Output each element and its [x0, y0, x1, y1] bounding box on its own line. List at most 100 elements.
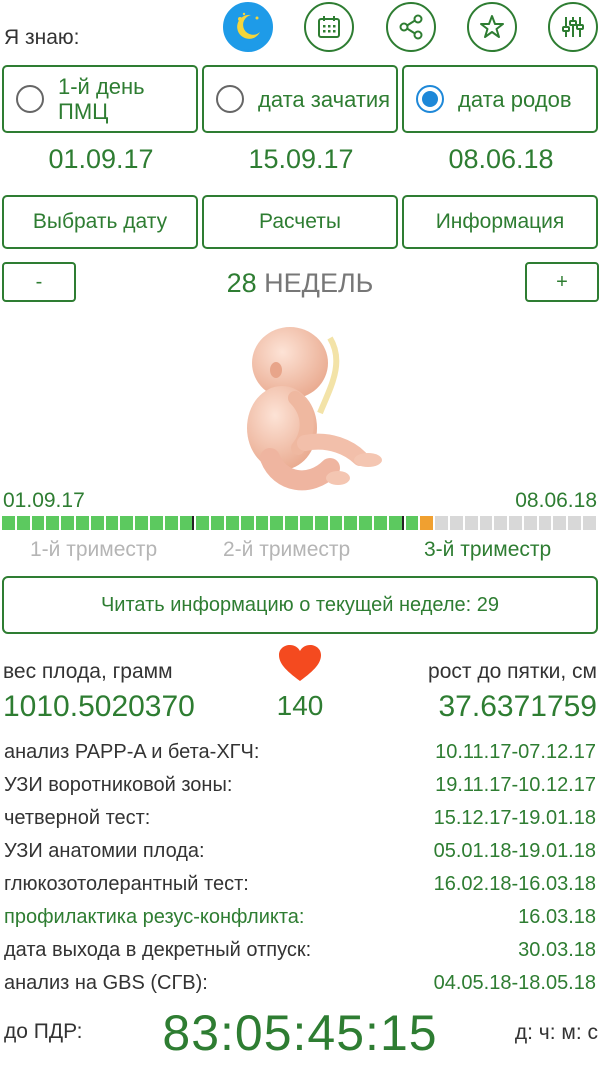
progress-segment: [523, 516, 537, 530]
schedule-item-date: 16.02.18-16.03.18: [433, 873, 596, 895]
option-conception-date[interactable]: дата зачатия: [202, 65, 398, 133]
night-mode-icon: [237, 12, 260, 39]
schedule-item-date: 05.01.18-19.01.18: [433, 840, 596, 862]
progress-segment: [149, 516, 163, 530]
progress-segment: [2, 516, 15, 530]
progress-segment: [105, 516, 119, 530]
option-due-date[interactable]: дата родов: [402, 65, 598, 133]
schedule-item-label: четверной тест:: [4, 807, 151, 829]
progress-segment: [46, 516, 60, 530]
progress-segment: [135, 516, 148, 530]
schedule-item-date: 16.03.18: [518, 906, 596, 928]
favorites-button[interactable]: [467, 2, 517, 52]
progress-segment: [211, 516, 224, 530]
progress-segment: [583, 516, 596, 530]
week-unit: НЕДЕЛЬ: [264, 268, 374, 298]
progress-segment: [61, 516, 74, 530]
option-label: 1-й день ПМЦ: [58, 74, 145, 124]
schedule-item-date: 15.12.17-19.01.18: [433, 807, 596, 829]
information-button[interactable]: Информация: [402, 195, 598, 249]
progress-segment: [120, 516, 134, 530]
night-mode-button[interactable]: [223, 2, 273, 52]
schedule-item-date: 30.03.18: [518, 939, 596, 961]
progress-segment: [225, 516, 239, 530]
schedule-item-label: дата выхода в декретный отпуск:: [4, 939, 312, 961]
progress-segment: [164, 516, 178, 530]
i-know-label: Я знаю:: [4, 26, 80, 49]
countdown-units: д: ч: м: с: [514, 1021, 598, 1044]
progress-segment: [538, 516, 552, 530]
schedule-item-date: 04.05.18-18.05.18: [433, 972, 596, 994]
progress-segment: [179, 516, 195, 530]
option-label: дата зачатия: [258, 86, 391, 112]
progress-segment: [31, 516, 45, 530]
progress-segment: [344, 516, 358, 530]
progress-segment: [568, 516, 582, 530]
progress-segment: [553, 516, 567, 530]
calendar-button[interactable]: [304, 2, 354, 52]
progress-segment: [285, 516, 298, 530]
calculations-button[interactable]: Расчеты: [202, 195, 398, 249]
progress-segment: [270, 516, 284, 530]
schedule-item-label: УЗИ анатомии плода:: [4, 840, 205, 862]
share-icon: [399, 14, 423, 40]
timeline-start-date: 01.09.17: [3, 489, 85, 512]
fetus-weight-label: вес плода, грамм: [3, 660, 173, 683]
choose-date-button[interactable]: Выбрать дату: [2, 195, 198, 249]
progress-segment: [299, 516, 313, 530]
schedule-item-label: УЗИ воротниковой зоны:: [4, 774, 233, 796]
timeline-end-date: 08.06.18: [515, 489, 597, 512]
schedule-item-label: глюкозотолерантный тест:: [4, 873, 249, 895]
progress-segment: [75, 516, 89, 530]
schedule-item-label: анализ PAPP-A и бета-ХГЧ:: [4, 741, 260, 763]
progress-segment: [373, 516, 387, 530]
progress-segment: [509, 516, 522, 530]
radio-due-date[interactable]: [416, 85, 444, 113]
option-label: дата родов: [458, 86, 572, 112]
week-number: 28: [226, 268, 257, 298]
progress-segment: [494, 516, 508, 530]
trimester-2-label: 2-й триместр: [223, 538, 351, 561]
option-first-day-pmc[interactable]: 1-й день ПМЦ: [2, 65, 198, 133]
progress-segment: [314, 516, 328, 530]
progress-segment: [464, 516, 478, 530]
first-day-pmc-date: 01.09.17: [48, 144, 154, 174]
progress-segment: [196, 516, 210, 530]
week-plus-button[interactable]: +: [525, 262, 599, 302]
progress-segment: [479, 516, 493, 530]
fetus-height-value: 37.6371759: [438, 690, 598, 723]
schedule-item-date: 10.11.17-07.12.17: [435, 741, 596, 763]
schedule-item-date: 19.11.17-10.12.17: [435, 774, 596, 796]
calendar-icon: [318, 16, 340, 38]
progress-segment: [329, 516, 343, 530]
progress-segment: [240, 516, 254, 530]
radio-conception-date[interactable]: [216, 85, 244, 113]
progress-segment: [359, 516, 372, 530]
fetus-illustration: [210, 318, 400, 498]
star-icon: [480, 15, 504, 38]
progress-segment: [405, 516, 419, 530]
heart-icon: [279, 645, 321, 688]
radio-first-day-pmc[interactable]: [16, 85, 44, 113]
conception-date: 15.09.17: [248, 144, 354, 174]
progress-segment: [16, 516, 30, 530]
settings-sliders-icon: [562, 17, 584, 37]
share-button[interactable]: [386, 2, 436, 52]
progress-segment: [388, 516, 404, 530]
progress-segment: [255, 516, 269, 530]
read-week-info-button[interactable]: Читать информацию о текущей неделе: 29: [2, 576, 598, 634]
progress-segment: [90, 516, 104, 530]
progress-segment: [420, 516, 434, 530]
schedule-item-label: профилактика резус-конфликта:: [4, 906, 305, 928]
current-week: 28 НЕДЕЛЬ: [0, 268, 600, 299]
settings-button[interactable]: [548, 2, 598, 52]
trimester-3-label: 3-й триместр: [424, 538, 552, 561]
fetus-height-label: рост до пятки, см: [428, 660, 597, 683]
schedule-item-label: анализ на GBS (СГВ):: [4, 972, 208, 994]
progress-segment: [435, 516, 448, 530]
trimester-1-label: 1-й триместр: [30, 538, 158, 561]
progress-segment: [449, 516, 463, 530]
pregnancy-progress-bar: [2, 516, 598, 530]
due-date: 08.06.18: [448, 144, 554, 174]
countdown-timer: 83:05:45:15: [162, 1005, 438, 1061]
